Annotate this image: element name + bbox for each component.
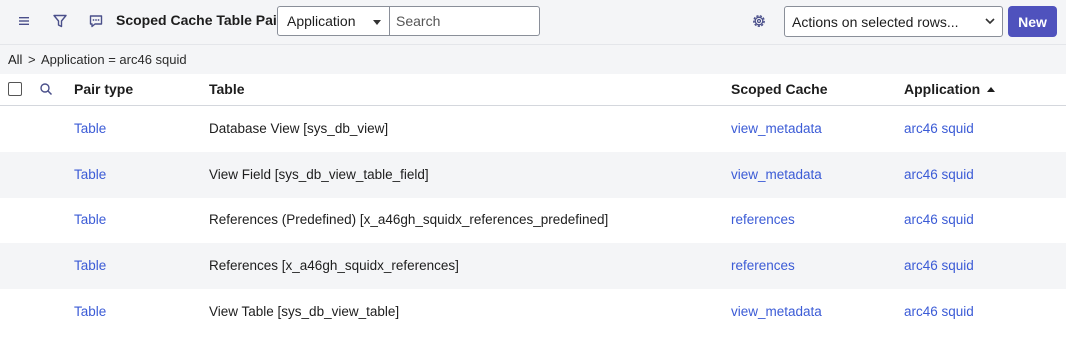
breadcrumb-separator: > bbox=[28, 52, 36, 67]
table-cell: View Field [sys_db_view_table_field] bbox=[209, 167, 429, 182]
pair-type-link[interactable]: Table bbox=[74, 121, 106, 136]
table-row: Table Database View [sys_db_view] view_m… bbox=[0, 106, 1066, 152]
application-link[interactable]: arc46 squid bbox=[904, 121, 974, 136]
scoped-cache-link[interactable]: view_metadata bbox=[731, 121, 822, 136]
table-header: Pair type Table Scoped Cache Application bbox=[0, 74, 1066, 106]
table-cell: Database View [sys_db_view] bbox=[209, 121, 389, 136]
chevron-down-icon bbox=[985, 18, 995, 25]
search-input[interactable] bbox=[390, 6, 540, 36]
application-link[interactable]: arc46 squid bbox=[904, 304, 974, 319]
column-header-scoped-cache[interactable]: Scoped Cache bbox=[731, 81, 827, 97]
table-row: Table References (Predefined) [x_a46gh_s… bbox=[0, 197, 1066, 243]
breadcrumb-condition[interactable]: Application = arc46 squid bbox=[41, 52, 187, 67]
new-button[interactable]: New bbox=[1008, 6, 1057, 37]
table-cell: References (Predefined) [x_a46gh_squidx_… bbox=[209, 212, 609, 227]
menu-icon[interactable] bbox=[14, 10, 36, 32]
column-header-application-label: Application bbox=[904, 81, 981, 97]
application-link[interactable]: arc46 squid bbox=[904, 212, 974, 227]
pair-type-link[interactable]: Table bbox=[74, 212, 106, 227]
table-row: Table View Table [sys_db_view_table] vie… bbox=[0, 289, 1066, 335]
list-header: Scoped Cache Table Pairs Application Act… bbox=[0, 0, 1066, 44]
pair-type-link[interactable]: Table bbox=[74, 304, 106, 319]
pair-type-link[interactable]: Table bbox=[74, 258, 106, 273]
actions-select[interactable]: Actions on selected rows... bbox=[784, 6, 1003, 37]
select-all-checkbox[interactable] bbox=[8, 82, 22, 96]
table-cell: View Table [sys_db_view_table] bbox=[209, 304, 400, 319]
application-link[interactable]: arc46 squid bbox=[904, 167, 974, 182]
sort-ascending-icon bbox=[987, 87, 996, 92]
scoped-cache-link[interactable]: references bbox=[731, 212, 795, 227]
column-header-application[interactable]: Application bbox=[904, 81, 996, 97]
gear-icon[interactable] bbox=[748, 10, 770, 32]
search-field-value: Application bbox=[287, 13, 356, 29]
caret-down-icon bbox=[373, 20, 381, 25]
scoped-cache-link[interactable]: view_metadata bbox=[731, 304, 822, 319]
actions-select-value: Actions on selected rows... bbox=[792, 14, 959, 30]
breadcrumb: All > Application = arc46 squid bbox=[0, 44, 1066, 75]
breadcrumb-root[interactable]: All bbox=[8, 52, 22, 67]
column-header-pair-type[interactable]: Pair type bbox=[74, 81, 133, 97]
application-link[interactable]: arc46 squid bbox=[904, 258, 974, 273]
page-title: Scoped Cache Table Pairs bbox=[116, 12, 291, 28]
scoped-cache-link[interactable]: view_metadata bbox=[731, 167, 822, 182]
comment-icon[interactable] bbox=[85, 10, 107, 32]
table-cell: References [x_a46gh_squidx_references] bbox=[209, 258, 459, 273]
table-row: Table References [x_a46gh_squidx_referen… bbox=[0, 243, 1066, 289]
scoped-cache-link[interactable]: references bbox=[731, 258, 795, 273]
pair-type-link[interactable]: Table bbox=[74, 167, 106, 182]
filter-icon[interactable] bbox=[49, 10, 71, 32]
search-icon[interactable] bbox=[35, 78, 57, 100]
table-row: Table View Field [sys_db_view_table_fiel… bbox=[0, 152, 1066, 198]
search-field-select[interactable]: Application bbox=[277, 6, 390, 36]
column-header-table[interactable]: Table bbox=[209, 81, 245, 97]
